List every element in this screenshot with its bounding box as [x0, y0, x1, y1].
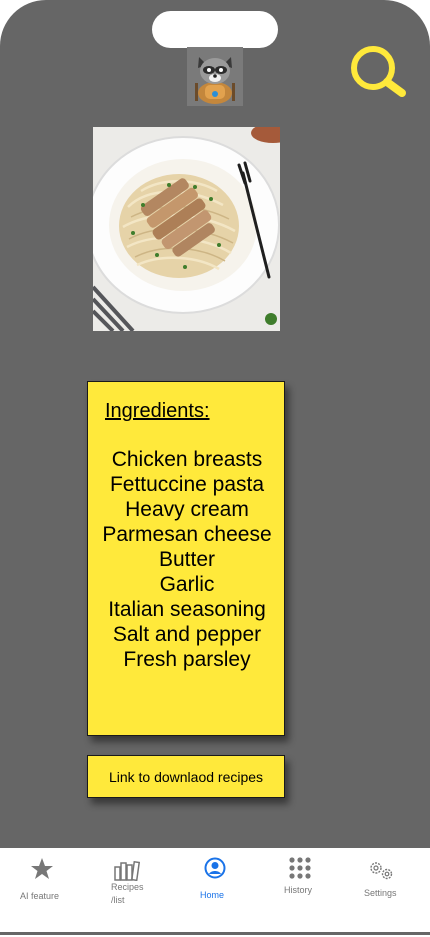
list-item: Heavy cream — [125, 498, 249, 521]
app-screen: Ingredients: Chicken breasts Fettuccine … — [0, 0, 430, 848]
nav-history[interactable]: History — [278, 848, 328, 928]
list-item: Chicken breasts — [111, 448, 263, 471]
list-item: Fresh parsley — [123, 648, 251, 671]
nav-label-settings: Settings — [364, 888, 397, 898]
books-icon — [114, 861, 140, 881]
nav-home[interactable]: Home — [190, 848, 240, 928]
phone-notch — [152, 11, 278, 48]
nav-label-ai: AI feature — [20, 891, 60, 901]
nav-label-recipes-list: /list — [111, 895, 125, 905]
nav-label-home: Home — [200, 890, 225, 900]
list-item: Salt and pepper — [112, 623, 262, 646]
nav-settings[interactable]: Settings — [360, 848, 410, 928]
bottom-nav: AI feature Recipes /list Home History Se… — [0, 848, 430, 933]
list-item: Italian seasoning — [108, 598, 266, 621]
gears-icon — [370, 862, 393, 880]
list-item: Parmesan cheese — [102, 523, 272, 546]
nav-recipes-list[interactable]: Recipes /list — [100, 848, 160, 928]
raccoon-logo — [187, 47, 243, 106]
list-item: Fettuccine pasta — [109, 473, 265, 496]
star-icon — [31, 858, 53, 879]
nav-label-recipes: Recipes — [111, 882, 144, 892]
search-icon — [351, 46, 406, 97]
user-circle-icon — [204, 857, 226, 879]
ingredients-card: Ingredients: Chicken breasts Fettuccine … — [87, 381, 285, 736]
nav-label-history: History — [284, 885, 313, 895]
nav-ai-feature[interactable]: AI feature — [10, 848, 76, 928]
search-button[interactable] — [346, 44, 408, 100]
list-item: Butter — [158, 548, 216, 571]
dots-grid-icon — [289, 857, 311, 879]
download-recipes-link[interactable]: Link to downlaod recipes — [87, 755, 285, 798]
list-item: Garlic — [159, 573, 215, 596]
bottom-divider — [0, 932, 430, 935]
dish-photo — [93, 127, 280, 331]
ingredients-list: Chicken breasts Fettuccine pasta Heavy c… — [88, 447, 286, 672]
ingredients-title: Ingredients: — [105, 400, 210, 422]
